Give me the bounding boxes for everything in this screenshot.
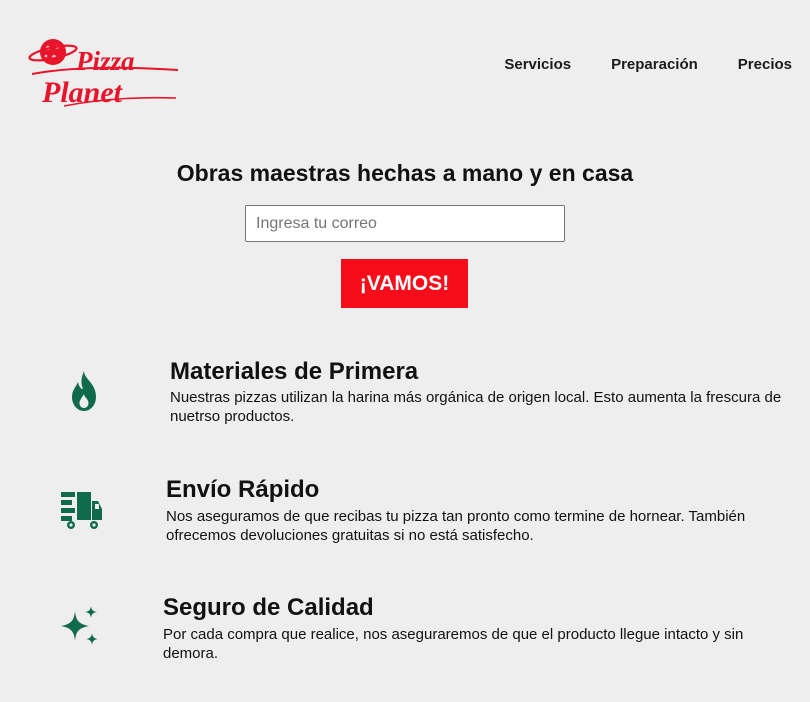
logo-word-pizza: Pizza [75, 46, 135, 76]
logo-word-planet: Planet [41, 76, 124, 108]
hero-title: Obras maestras hechas a mano y en casa [176, 160, 634, 186]
feature-title: Materiales de Primera [170, 358, 419, 385]
sparkles-icon [56, 603, 102, 649]
nav-link-servicios[interactable]: Servicios [504, 56, 571, 73]
fire-icon [61, 368, 107, 414]
feature-text: Nuestras pizzas utilizan la harina más o… [170, 389, 782, 425]
email-input[interactable] [245, 205, 565, 242]
submit-button[interactable]: ¡VAMOS! [341, 259, 468, 308]
shipping-fast-icon [58, 487, 104, 533]
nav-link-preparacion[interactable]: Preparación [611, 56, 698, 73]
logo-graphic: Pizza Planet [28, 39, 179, 108]
feature-title: Seguro de Calidad [163, 594, 374, 621]
feature-text: Nos aseguramos de que recibas tu pizza t… [166, 508, 746, 544]
pizza-planet-logo[interactable]: Pizza Planet [26, 30, 182, 108]
feature-title: Envío Rápido [166, 476, 320, 503]
main-nav: Servicios Preparación Precios [504, 56, 792, 73]
nav-link-precios[interactable]: Precios [738, 56, 792, 73]
feature-text: Por cada compra que realice, nos asegura… [163, 626, 744, 662]
